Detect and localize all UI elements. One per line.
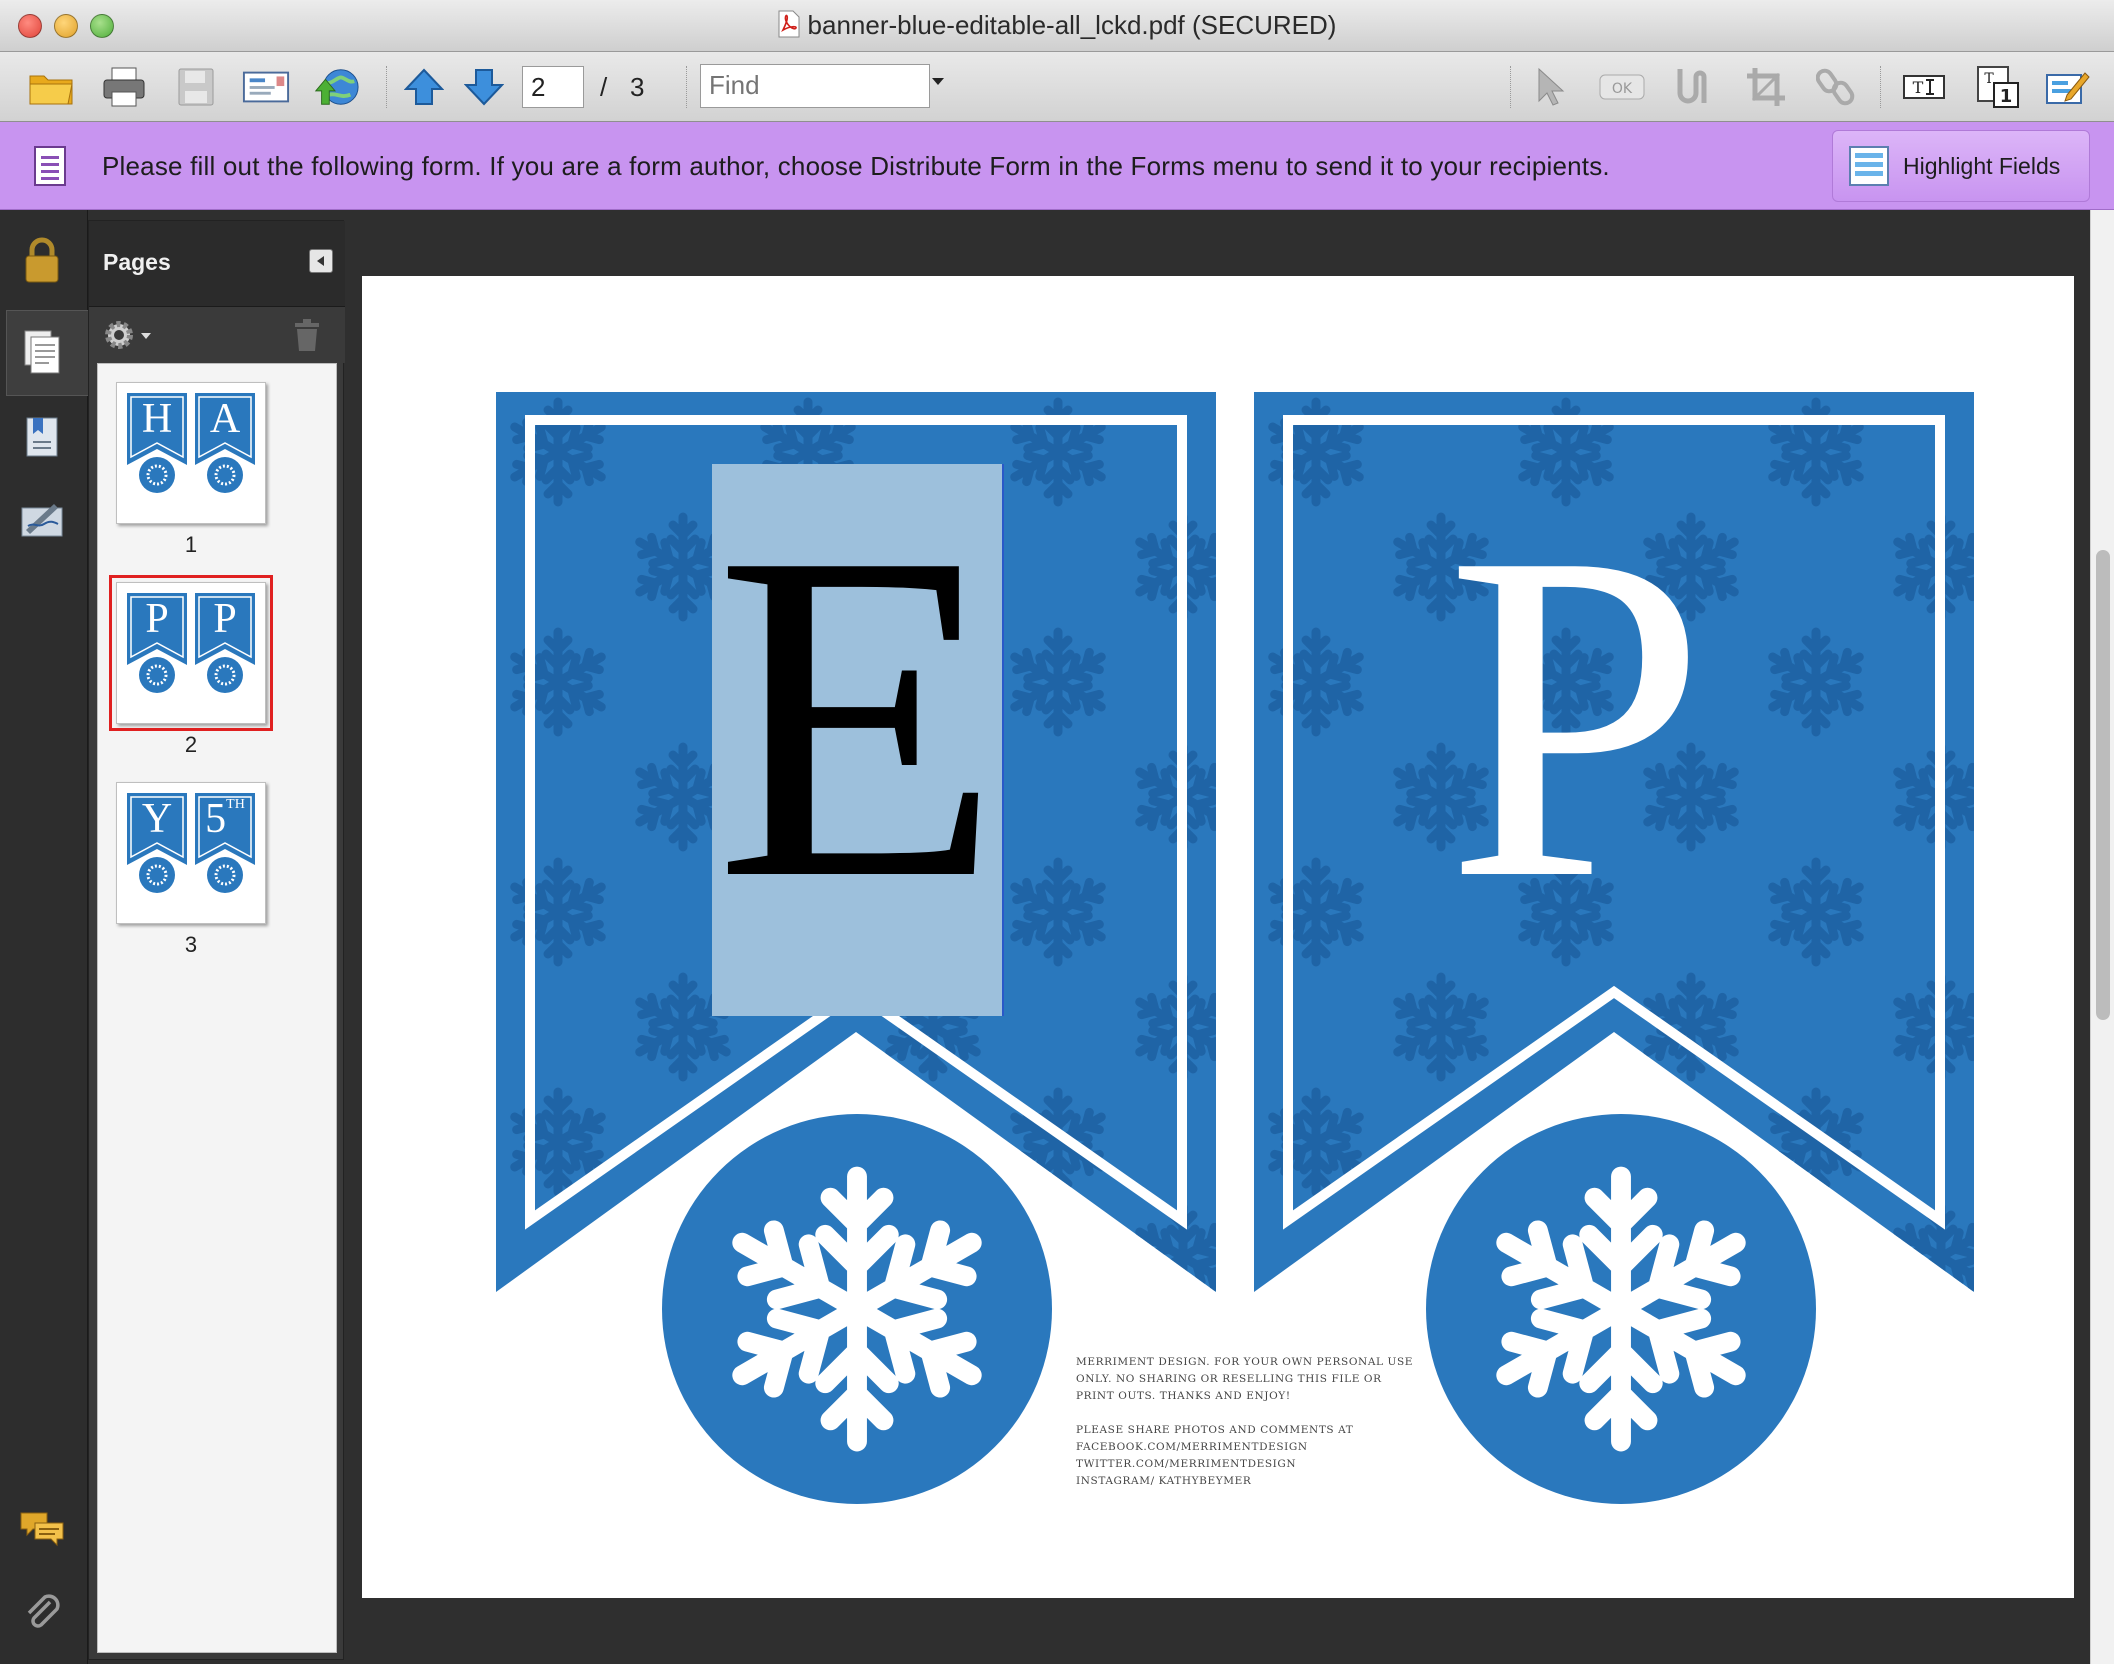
credits-twitter: twitter.com/merrimentdesign (1076, 1458, 1297, 1470)
credits-facebook: facebook.com/merrimentdesign (1076, 1441, 1308, 1453)
thumbnail-letter: A (209, 396, 241, 442)
find-options-chevron-icon[interactable] (932, 78, 944, 85)
find-input[interactable] (701, 65, 901, 105)
save-icon[interactable] (172, 64, 220, 110)
thumbnail-letter: H (141, 396, 173, 442)
snowflake-roundel-right (1426, 1114, 1816, 1504)
next-page-arrow-icon[interactable] (460, 64, 508, 110)
page-thumbnail-1[interactable]: H A (116, 382, 266, 524)
upload-globe-icon[interactable] (312, 64, 360, 110)
thumbnail-letter: 5TH (195, 795, 255, 843)
attachments-paperclip-icon[interactable] (14, 1584, 70, 1640)
highlight-fields-label: Highlight Fields (1903, 152, 2061, 179)
pages-panel: Pages H A 1 P P 2 Y 5TH 3 (88, 220, 345, 1660)
acrobat-window: banner-blue-editable-all_lckd.pdf (SECUR… (0, 0, 2114, 1664)
number-pages-icon[interactable]: T1 (1974, 64, 2022, 110)
banner-letter-right: P (1445, 455, 1707, 976)
form-notice-bar: Please fill out the following form. If y… (0, 122, 2114, 210)
edit-form-icon[interactable] (2044, 64, 2092, 110)
page-thumbnail-3[interactable]: Y 5TH (116, 782, 266, 924)
page-thumbnail-2[interactable]: P P (109, 575, 273, 731)
comments-icon[interactable] (14, 1500, 70, 1556)
form-notice-message: Please fill out the following form. If y… (102, 151, 1610, 181)
touchup-object-icon[interactable] (1670, 64, 1718, 110)
pages-panel-tools (89, 307, 345, 363)
page-number-input[interactable] (522, 66, 584, 108)
banner-letter-left: E (714, 455, 1002, 976)
text-field-tool-icon[interactable]: T (1900, 64, 1948, 110)
credits-notice: Merriment Design. For your own personal … (1076, 1356, 1414, 1402)
open-folder-icon[interactable] (28, 64, 76, 110)
thumbnail-superscript: TH (226, 797, 245, 812)
credits-instagram: instagram/ kathybeymer (1076, 1475, 1252, 1487)
vertical-scrollbar[interactable] (2090, 210, 2114, 1664)
window-title: banner-blue-editable-all_lckd.pdf (SECUR… (0, 10, 2114, 45)
svg-text:OK: OK (1612, 81, 1633, 97)
previous-page-arrow-icon[interactable] (400, 64, 448, 110)
title-bar: banner-blue-editable-all_lckd.pdf (SECUR… (0, 0, 2114, 52)
window-title-text: banner-blue-editable-all_lckd.pdf (SECUR… (807, 10, 1337, 40)
page-thumbnails-icon[interactable] (14, 324, 70, 380)
thumbnail-list: H A 1 P P 2 Y 5TH 3 (97, 363, 337, 1653)
collapse-panel-arrow-icon[interactable] (309, 249, 333, 273)
bookmarks-icon[interactable] (14, 408, 70, 464)
pages-panel-title: Pages (103, 249, 171, 275)
email-icon[interactable] (242, 64, 290, 110)
snowflake-roundel-left (662, 1114, 1052, 1504)
page-total: 3 (630, 72, 645, 102)
security-lock-icon[interactable] (14, 232, 70, 288)
print-icon[interactable] (100, 64, 148, 110)
svg-text:T: T (1913, 78, 1924, 97)
credits-share-line: Please share photos and comments at (1076, 1424, 1354, 1436)
thumbnail-letter: P (145, 596, 169, 642)
pdf-file-icon (778, 10, 800, 45)
trash-delete-icon[interactable] (289, 317, 325, 353)
scrollbar-thumb[interactable] (2096, 550, 2110, 1020)
page-separator: / (600, 72, 608, 102)
thumbnail-page-number: 1 (184, 532, 198, 557)
highlight-fields-icon (1849, 146, 1889, 186)
thumbnail-letter: P (213, 596, 237, 642)
thumbnail-letter-text: 5 (205, 796, 227, 842)
highlight-fields-button[interactable]: Highlight Fields (1832, 130, 2090, 202)
ok-button-tool-icon[interactable]: OK (1598, 64, 1646, 110)
select-cursor-icon[interactable] (1526, 64, 1574, 110)
credits-text: Merriment Design. For your own personal … (1076, 1354, 1416, 1490)
thumbnail-letter: Y (141, 796, 173, 842)
thumbnail-page-number: 2 (184, 732, 198, 757)
toolbar: / 3 OK T T1 (0, 52, 2114, 122)
crop-icon[interactable] (1742, 64, 1790, 110)
svg-text:1: 1 (2000, 86, 2013, 107)
signatures-icon[interactable] (14, 492, 70, 548)
thumbnail-page-number: 3 (184, 932, 198, 957)
pdf-page: E P Merriment Design. For your own perso… (362, 276, 2074, 1598)
form-document-icon (34, 146, 66, 186)
link-icon[interactable] (1812, 64, 1860, 110)
navigation-pane-strip (0, 210, 90, 1664)
gear-options-icon[interactable] (101, 317, 155, 353)
svg-text:T: T (1984, 71, 1994, 87)
pages-panel-header: Pages (89, 221, 345, 307)
find-field[interactable] (700, 64, 930, 108)
